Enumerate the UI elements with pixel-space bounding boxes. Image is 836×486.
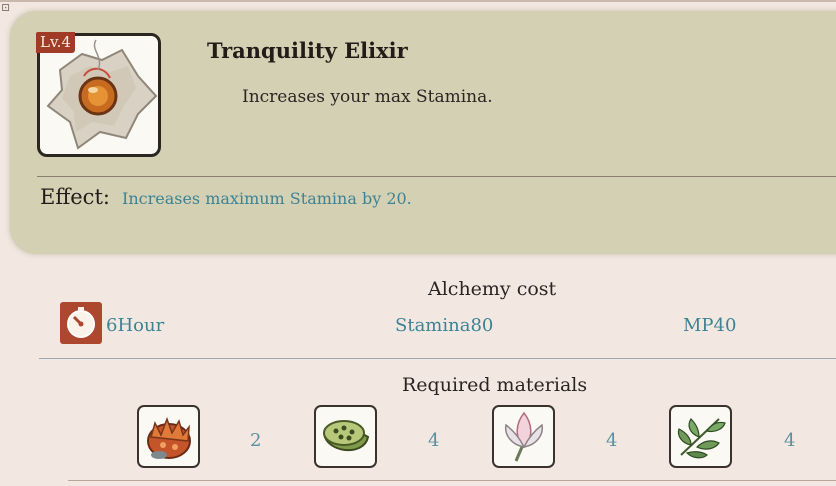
cost-divider: [39, 358, 836, 359]
top-border: [0, 0, 836, 2]
material-count: 4: [428, 430, 440, 451]
time-cost: 6Hour: [106, 315, 165, 336]
material-count: 4: [784, 430, 796, 451]
effect-label: Effect:: [40, 185, 110, 209]
herb-leaves-icon[interactable]: [669, 405, 732, 468]
lotus-bud-icon[interactable]: [492, 405, 555, 468]
effect-text: Increases maximum Stamina by 20.: [122, 189, 412, 208]
bottom-divider: [68, 480, 836, 481]
required-materials-title: Required materials: [402, 374, 588, 396]
material-count: 4: [606, 430, 618, 451]
mp-cost: MP40: [683, 315, 737, 336]
panel-divider: [37, 176, 836, 177]
material-count: 2: [250, 430, 262, 451]
fire-fruit-icon[interactable]: [137, 405, 200, 468]
level-badge: Lv.4: [36, 32, 75, 53]
window-corner-icon: ⊡: [1, 1, 11, 14]
clock-icon: [60, 302, 102, 344]
item-description: Increases your max Stamina.: [242, 87, 493, 107]
item-name: Tranquility Elixir: [207, 38, 408, 63]
alchemy-cost-title: Alchemy cost: [428, 278, 557, 300]
lotus-seedpod-icon[interactable]: [314, 405, 377, 468]
stamina-cost: Stamina80: [395, 315, 494, 336]
